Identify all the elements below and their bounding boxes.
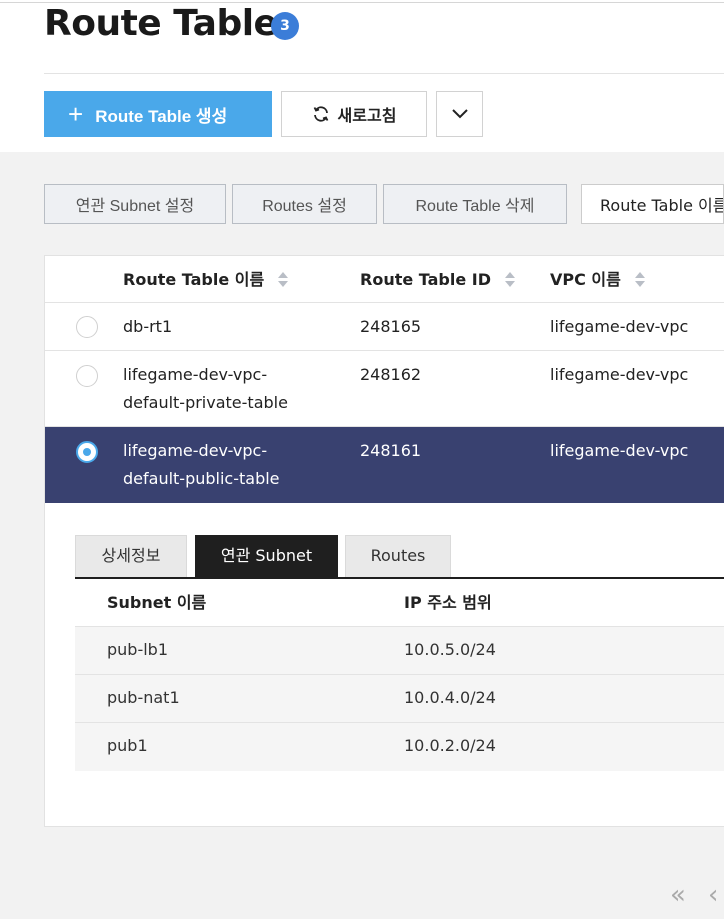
count-badge: 3	[271, 12, 299, 40]
table-row[interactable]: db-rt1 248165 lifegame-dev-vpc	[45, 303, 724, 351]
route-table-name: lifegame-dev-vpc-	[123, 441, 268, 460]
more-actions-button[interactable]	[436, 91, 483, 137]
column-subnet-name: Subnet 이름	[107, 593, 207, 612]
route-table-id: 248162	[360, 365, 422, 384]
tab-associated-subnet[interactable]: 연관 Subnet	[195, 535, 338, 577]
column-name[interactable]: Route Table 이름	[123, 256, 289, 303]
vpc-name: lifegame-dev-vpc	[550, 317, 689, 336]
refresh-button-label: 새로고침	[337, 108, 397, 125]
plus-icon: +	[68, 99, 84, 129]
table-row-selected[interactable]: lifegame-dev-vpc- default-public-table 2…	[45, 427, 724, 503]
route-table-name-cont: default-public-table	[123, 469, 280, 488]
row-radio[interactable]	[76, 365, 98, 387]
route-table-panel: Route Table 이름 Route Table ID VPC 이름 db-…	[44, 255, 724, 827]
column-vpc[interactable]: VPC 이름	[550, 256, 645, 303]
vpc-name: lifegame-dev-vpc	[550, 441, 689, 460]
delete-route-table-button[interactable]: Route Table 삭제	[383, 184, 567, 224]
vpc-name: lifegame-dev-vpc	[550, 365, 689, 384]
refresh-icon	[313, 106, 328, 122]
subnet-name: pub-lb1	[107, 640, 169, 659]
page-header: Route Table 3 + Route Table 생성 새로고침	[0, 0, 724, 152]
row-radio-selected[interactable]	[76, 441, 98, 463]
search-filter-select[interactable]: Route Table 이름	[581, 184, 724, 224]
column-ip-range: IP 주소 범위	[404, 593, 492, 612]
subnet-cidr: 10.0.5.0/24	[404, 640, 496, 659]
subnet-row: pub1 10.0.2.0/24	[75, 723, 724, 771]
routes-settings-button[interactable]: Routes 설정	[232, 184, 377, 224]
column-id[interactable]: Route Table ID	[360, 256, 516, 303]
first-page-button[interactable]: «	[670, 880, 686, 910]
subnet-name: pub1	[107, 736, 148, 755]
sort-icon[interactable]	[505, 271, 516, 289]
subnet-cidr: 10.0.2.0/24	[404, 736, 496, 755]
route-table-id: 248161	[360, 441, 422, 460]
create-route-table-button[interactable]: + Route Table 생성	[44, 91, 272, 137]
subnet-row: pub-nat1 10.0.4.0/24	[75, 675, 724, 723]
subnet-row: pub-lb1 10.0.5.0/24	[75, 627, 724, 675]
subnet-name: pub-nat1	[107, 688, 180, 707]
create-button-label: Route Table 생성	[95, 106, 228, 126]
sort-icon[interactable]	[634, 271, 645, 289]
subnet-cidr: 10.0.4.0/24	[404, 688, 496, 707]
subnet-table: Subnet 이름 IP 주소 범위 pub-lb1 10.0.5.0/24 p…	[75, 579, 724, 771]
subnet-table-header: Subnet 이름 IP 주소 범위	[75, 579, 724, 627]
route-table-name: lifegame-dev-vpc-	[123, 365, 268, 384]
route-table-name: db-rt1	[123, 317, 173, 336]
page-title: Route Table	[44, 3, 278, 44]
tab-details[interactable]: 상세정보	[75, 535, 187, 577]
header-divider	[44, 73, 724, 74]
tab-routes[interactable]: Routes	[345, 535, 451, 577]
prev-page-button[interactable]: ‹	[708, 880, 718, 910]
subnet-settings-button[interactable]: 연관 Subnet 설정	[44, 184, 226, 224]
route-table-name-cont: default-private-table	[123, 393, 288, 412]
sort-icon[interactable]	[278, 271, 289, 289]
row-radio[interactable]	[76, 316, 98, 338]
chevron-down-icon	[451, 109, 468, 119]
route-table-id: 248165	[360, 317, 422, 336]
refresh-button[interactable]: 새로고침	[281, 91, 427, 137]
table-header: Route Table 이름 Route Table ID VPC 이름	[45, 256, 724, 303]
search-filter-label: Route Table 이름	[600, 196, 724, 215]
table-row[interactable]: lifegame-dev-vpc- default-private-table …	[45, 351, 724, 427]
